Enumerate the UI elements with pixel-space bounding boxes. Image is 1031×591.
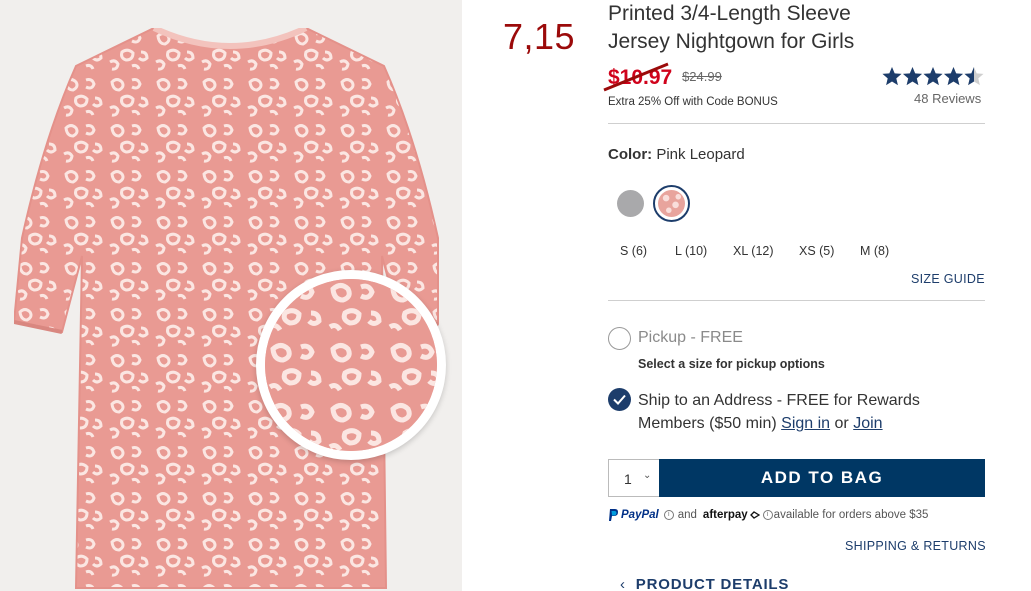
afterpay-icon	[749, 511, 760, 519]
product-details-label: PRODUCT DETAILS	[635, 576, 790, 591]
promo-code-text: Extra 25% Off with Code BONUS	[608, 96, 778, 108]
swatch-pink-leopard[interactable]	[653, 185, 690, 222]
quantity-value: 1	[624, 471, 632, 487]
product-details-toggle[interactable]: ‹ PRODUCT DETAILS	[620, 576, 789, 591]
afterpay-logo: afterpay	[702, 509, 748, 521]
info-icon[interactable]: i	[663, 510, 674, 520]
size-option-xl[interactable]: XL (12)	[733, 244, 799, 258]
sale-price: $10.97	[603, 62, 678, 92]
product-title-line2: Jersey Nightgown for Girls	[608, 30, 855, 53]
divider	[608, 123, 985, 124]
paypal-icon	[609, 509, 618, 521]
info-icon[interactable]: i	[762, 510, 773, 520]
product-image[interactable]	[0, 0, 462, 591]
ship-radio[interactable]	[608, 388, 631, 411]
add-to-bag-button[interactable]: ADD TO BAG	[659, 459, 985, 497]
ship-text-line2: Members ($50 min)	[638, 415, 777, 432]
color-label: Color:	[608, 146, 653, 163]
original-price: $24.99	[682, 69, 722, 84]
payment-availability: available for orders above $35	[773, 509, 929, 521]
ship-to-address-label: Ship to an Address - FREE for Rewards Me…	[638, 389, 978, 435]
payment-and: and	[677, 509, 697, 521]
price-row: $10.97 $24.99	[603, 62, 722, 92]
payment-options-row: PayPal i and afterpay i available for or…	[608, 509, 928, 521]
sale-price-value: $10.97	[608, 66, 673, 89]
shipping-returns-link[interactable]: SHIPPING & RETURNS	[845, 539, 986, 553]
star-filled	[943, 67, 964, 86]
color-label-row: Color: Pink Leopard	[608, 146, 745, 163]
promo-price-overlay: 7,15	[503, 16, 576, 57]
or-text: or	[834, 415, 849, 432]
reviews-link[interactable]: 48 Reviews	[914, 91, 981, 106]
star-filled	[923, 67, 943, 86]
color-value: Pink Leopard	[656, 146, 745, 163]
divider	[608, 300, 985, 301]
size-guide-link[interactable]: SIZE GUIDE	[911, 272, 985, 286]
swatch-pink-leopard-fill	[658, 190, 685, 217]
product-title-line1: Printed 3/4-Length Sleeve	[608, 2, 851, 25]
size-option-l[interactable]: L (10)	[675, 244, 733, 258]
size-option-m[interactable]: M (8)	[860, 244, 900, 258]
fabric-zoom-detail	[256, 270, 446, 460]
paypal-logo: PayPal	[621, 509, 659, 521]
join-link[interactable]: Join	[853, 415, 882, 432]
rating-stars[interactable]	[882, 66, 986, 88]
star-filled	[902, 67, 923, 86]
quantity-select[interactable]: 1 ⌄	[608, 459, 660, 497]
size-option-s[interactable]: S (6)	[620, 244, 675, 258]
sign-in-link[interactable]: Sign in	[781, 415, 830, 432]
size-options: S (6) L (10) XL (12) XS (5) M (8)	[620, 244, 900, 258]
pickup-radio[interactable]	[608, 327, 631, 350]
check-icon	[613, 394, 626, 405]
product-title: Printed 3/4-Length Sleeve Jersey Nightgo…	[608, 0, 968, 56]
star-filled	[882, 67, 902, 86]
chevron-left-icon: ‹	[620, 576, 626, 591]
chevron-down-icon: ⌄	[643, 470, 652, 481]
pickup-note: Select a size for pickup options	[638, 357, 825, 371]
swatch-gray[interactable]	[617, 190, 644, 217]
pickup-label: Pickup - FREE	[638, 329, 743, 346]
ship-text-line1: Ship to an Address - FREE for Rewards	[638, 392, 920, 409]
size-option-xs[interactable]: XS (5)	[799, 244, 860, 258]
